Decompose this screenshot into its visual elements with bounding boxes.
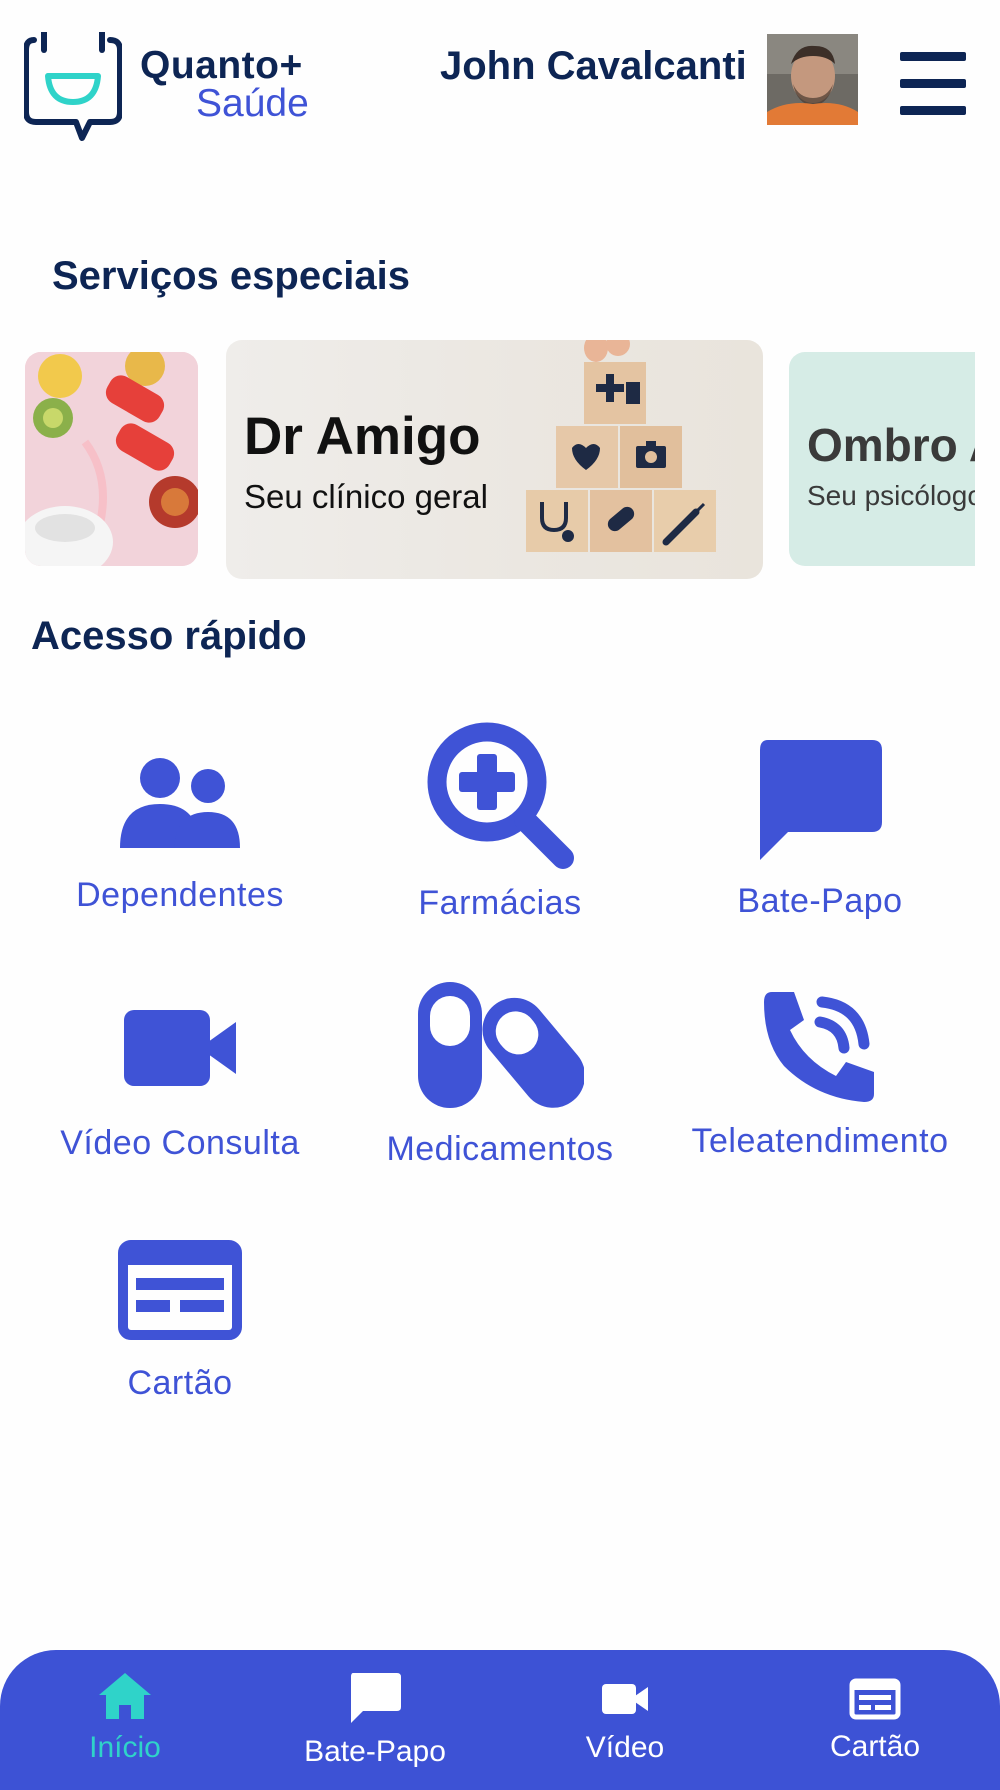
quick-access-medicamentos[interactable]: Medicamentos bbox=[340, 980, 660, 1169]
quick-access-title: Acesso rápido bbox=[31, 614, 307, 658]
nav-label: Início bbox=[89, 1731, 161, 1764]
logo-mark-icon bbox=[24, 32, 122, 141]
nav-label: Cartão bbox=[829, 1730, 921, 1763]
service-card-dr-amigo[interactable]: Dr Amigo Seu clínico geral bbox=[226, 340, 763, 579]
nav-item-inicio[interactable]: Início bbox=[0, 1650, 250, 1778]
service-card-ombro-amigo[interactable]: Ombro Amigo Seu psicólogo bbox=[789, 352, 975, 566]
special-services-title: Serviços especiais bbox=[52, 254, 411, 298]
logo-text-line2: Saúde bbox=[196, 82, 309, 125]
bottom-navigation-bar: Início Bate-Papo Vídeo Cartão bbox=[0, 1650, 1000, 1790]
card-icon bbox=[118, 1240, 242, 1340]
quick-access-teleatendimento[interactable]: Teleatendimento bbox=[660, 990, 980, 1161]
quick-access-label: Medicamentos bbox=[386, 1130, 614, 1168]
phone-icon bbox=[764, 992, 874, 1102]
avatar[interactable] bbox=[767, 34, 858, 125]
quick-access-cartao[interactable]: Cartão bbox=[20, 1240, 340, 1403]
service-card-fitness[interactable] bbox=[25, 352, 198, 566]
card-icon bbox=[849, 1678, 901, 1720]
home-icon bbox=[99, 1673, 151, 1719]
user-name: John Cavalcanti bbox=[440, 44, 747, 88]
quick-access-farmacias[interactable]: Farmácias bbox=[340, 720, 660, 923]
service-card-subtitle: Seu clínico geral bbox=[244, 478, 488, 515]
quick-access-video-consulta[interactable]: Vídeo Consulta bbox=[20, 1010, 340, 1163]
nav-label: Vídeo bbox=[585, 1731, 665, 1764]
video-camera-icon bbox=[602, 1684, 648, 1714]
nav-label: Bate-Papo bbox=[304, 1735, 446, 1768]
service-card-title: Ombro Amigo bbox=[807, 419, 975, 471]
logo-text-line1: Quanto+ bbox=[140, 44, 303, 87]
quick-access-dependentes[interactable]: Dependentes bbox=[20, 750, 340, 915]
nav-item-bate-papo[interactable]: Bate-Papo bbox=[250, 1650, 500, 1778]
special-services-carousel[interactable]: Dr Amigo Seu clínico geral Ombro Seu psi… bbox=[25, 338, 975, 583]
service-card-subtitle: Seu psicólogo bbox=[807, 480, 975, 511]
service-card-title: Dr Amigo bbox=[244, 407, 481, 466]
medical-blocks-image bbox=[526, 340, 716, 552]
fitness-image bbox=[25, 352, 198, 566]
chat-bubble-icon bbox=[760, 740, 882, 860]
search-plus-icon bbox=[427, 722, 574, 869]
nav-item-video[interactable]: Vídeo bbox=[500, 1650, 750, 1778]
quick-access-label: Cartão bbox=[127, 1364, 233, 1402]
app-logo[interactable]: Quanto+ Saúde bbox=[24, 32, 324, 142]
chat-bubble-icon bbox=[351, 1673, 401, 1723]
hamburger-menu-button[interactable] bbox=[900, 50, 966, 118]
quick-access-bate-papo[interactable]: Bate-Papo bbox=[660, 740, 980, 921]
video-camera-icon bbox=[124, 1010, 236, 1086]
pills-icon bbox=[418, 982, 584, 1108]
quick-access-label: Teleatendimento bbox=[691, 1122, 949, 1160]
quick-access-label: Dependentes bbox=[76, 876, 284, 914]
quick-access-label: Vídeo Consulta bbox=[60, 1124, 300, 1162]
quick-access-label: Farmácias bbox=[418, 884, 582, 922]
quick-access-label: Bate-Papo bbox=[737, 882, 903, 920]
nav-item-cartao[interactable]: Cartão bbox=[750, 1650, 1000, 1778]
users-icon bbox=[120, 758, 240, 848]
